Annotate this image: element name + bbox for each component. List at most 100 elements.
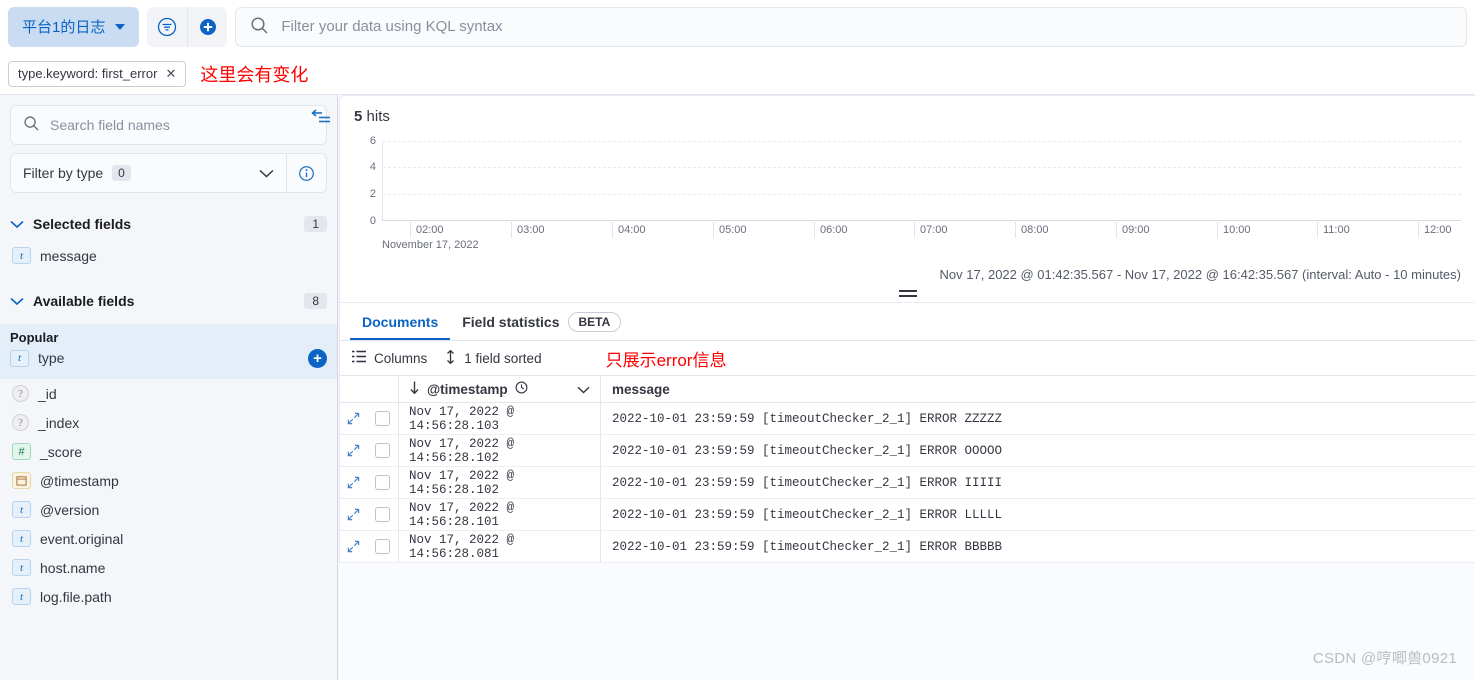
expand-icon[interactable] xyxy=(340,499,366,530)
info-circle-icon[interactable] xyxy=(286,154,326,192)
section-title: Selected fields xyxy=(33,216,132,232)
field-item-timestamp[interactable]: @timestamp xyxy=(10,466,327,495)
expand-icon[interactable] xyxy=(340,531,366,562)
field-item-_index[interactable]: ? _index xyxy=(10,408,327,437)
filter-actions-group xyxy=(147,6,228,47)
plot-area xyxy=(382,141,1461,221)
x-axis: 02:00 03:00 04:00 05:00 06:00 07:00 08:0… xyxy=(382,222,1461,240)
expand-icon[interactable] xyxy=(340,435,366,466)
expand-icon[interactable] xyxy=(340,403,366,434)
row-checkbox-cell[interactable] xyxy=(366,403,398,434)
close-x-icon[interactable]: ✕ xyxy=(165,66,176,82)
table-row[interactable]: Nov 17, 2022 @ 14:56:28.101 2022-10-01 2… xyxy=(340,499,1475,531)
cell-message: 2022-10-01 23:59:59 [timeoutChecker_2_1]… xyxy=(600,499,1475,530)
section-selected-fields[interactable]: Selected fields 1 xyxy=(10,207,327,241)
cell-timestamp: Nov 17, 2022 @ 14:56:28.081 xyxy=(398,531,600,562)
hits-word: hits xyxy=(366,108,390,125)
field-name: _index xyxy=(38,414,80,431)
field-item-_score[interactable]: # _score xyxy=(10,437,327,466)
table-row[interactable]: Nov 17, 2022 @ 14:56:28.081 2022-10-01 2… xyxy=(340,531,1475,563)
data-view-selector[interactable]: 平台1的日志 xyxy=(8,6,140,47)
row-checkbox[interactable] xyxy=(374,411,390,426)
row-checkbox[interactable] xyxy=(374,539,390,554)
time-range-label: Nov 17, 2022 @ 01:42:35.567 - Nov 17, 20… xyxy=(939,267,1461,282)
x-tick: 08:00 xyxy=(1015,222,1049,238)
field-item-event-original[interactable]: t event.original xyxy=(10,524,327,553)
row-checkbox-cell[interactable] xyxy=(366,467,398,498)
tab-label: Field statistics xyxy=(462,313,560,330)
field-type-unknown-icon: ? xyxy=(12,385,29,402)
row-checkbox[interactable] xyxy=(374,475,390,490)
field-name: host.name xyxy=(40,559,106,576)
field-name: @timestamp xyxy=(40,472,119,489)
popular-label: Popular xyxy=(10,330,59,345)
histogram-chart[interactable]: 6 4 2 0 02:00 03:00 04:00 05:00 06:00 07… xyxy=(354,135,1461,251)
table-row[interactable]: Nov 17, 2022 @ 14:56:28.102 2022-10-01 2… xyxy=(340,467,1475,499)
table-row[interactable]: Nov 17, 2022 @ 14:56:28.102 2022-10-01 2… xyxy=(340,435,1475,467)
field-name: message xyxy=(40,247,97,264)
x-tick: 04:00 xyxy=(612,222,646,238)
collapse-sidebar-icon[interactable] xyxy=(310,106,332,128)
filter-funnel-icon[interactable] xyxy=(147,7,187,47)
row-checkbox-cell[interactable] xyxy=(366,499,398,530)
y-tick: 2 xyxy=(369,188,376,200)
field-item-message[interactable]: t message xyxy=(10,241,327,270)
tabs-bar: Documents Field statistics BETA xyxy=(339,303,1475,341)
row-checkbox-cell[interactable] xyxy=(366,531,398,562)
cell-message: 2022-10-01 23:59:59 [timeoutChecker_2_1]… xyxy=(600,403,1475,434)
x-tick: 05:00 xyxy=(713,222,747,238)
query-bar: 平台1的日志 Filter your data using KQL syntax xyxy=(0,0,1475,53)
field-item-version[interactable]: t @version xyxy=(10,495,327,524)
clock-icon xyxy=(515,381,528,397)
tab-field-statistics[interactable]: Field statistics xyxy=(450,303,571,340)
column-header-timestamp[interactable]: @timestamp xyxy=(398,376,600,402)
chevron-down-icon xyxy=(10,293,24,309)
section-title: Available fields xyxy=(33,293,135,309)
field-item-host-name[interactable]: t host.name xyxy=(10,553,327,582)
field-item-type[interactable]: t type + xyxy=(10,345,327,371)
column-header-label: @timestamp xyxy=(427,381,508,397)
hits-number: 5 xyxy=(354,108,363,125)
row-checkbox-cell[interactable] xyxy=(366,435,398,466)
field-name: log.file.path xyxy=(40,588,112,605)
sort-button[interactable]: 1 field sorted xyxy=(445,349,542,367)
x-tick: 06:00 xyxy=(814,222,848,238)
kibana-discover-app: 平台1的日志 Filter your data using KQL syntax… xyxy=(0,0,1475,680)
x-tick: 09:00 xyxy=(1116,222,1150,238)
gridline xyxy=(383,194,1461,195)
columns-button[interactable]: Columns xyxy=(352,350,427,366)
x-tick: 10:00 xyxy=(1217,222,1251,238)
filter-by-type-button[interactable]: Filter by type 0 xyxy=(11,154,286,192)
row-checkbox[interactable] xyxy=(374,443,390,458)
annotation-filter-note: 这里会有变化 xyxy=(200,64,309,85)
add-field-icon[interactable]: + xyxy=(308,348,327,368)
annotation-table-note: 只展示error信息 xyxy=(605,350,727,370)
section-available-fields[interactable]: Available fields 8 xyxy=(10,284,327,318)
search-icon xyxy=(23,115,40,135)
table-row[interactable]: Nov 17, 2022 @ 14:56:28.103 2022-10-01 2… xyxy=(340,403,1475,435)
add-plus-icon[interactable] xyxy=(187,6,227,47)
field-item-log-file-path[interactable]: t log.file.path xyxy=(10,582,327,611)
field-type-date-icon xyxy=(12,472,31,489)
search-field-names-input[interactable]: Search field names xyxy=(10,105,327,145)
filter-pill[interactable]: type.keyword: first_error ✕ xyxy=(8,60,187,87)
field-type-string-icon: t xyxy=(10,349,29,367)
header-select-spacer xyxy=(366,376,398,402)
filter-bar: type.keyword: first_error ✕ 这里会有变化 xyxy=(0,53,1475,95)
y-tick: 4 xyxy=(369,161,376,173)
table-toolbar: Columns 1 field sorted 只展示error信息 xyxy=(339,341,1475,375)
search-field-placeholder: Search field names xyxy=(50,117,170,133)
section-count: 1 xyxy=(304,216,327,232)
tab-documents[interactable]: Documents xyxy=(350,303,450,340)
main-panel: 5 hits 6 4 2 0 02:00 03:00 04:00 05:00 0… xyxy=(339,95,1475,680)
filter-by-type-count: 0 xyxy=(112,165,131,181)
drag-handle-icon[interactable] xyxy=(898,287,917,297)
kql-search-input[interactable]: Filter your data using KQL syntax xyxy=(235,6,1467,47)
expand-icon[interactable] xyxy=(340,467,366,498)
section-count: 8 xyxy=(304,293,327,309)
column-header-message[interactable]: message xyxy=(600,376,1475,402)
field-item-_id[interactable]: ? _id xyxy=(10,379,327,408)
cell-timestamp: Nov 17, 2022 @ 14:56:28.102 xyxy=(398,467,600,498)
chevron-down-icon[interactable] xyxy=(577,382,590,397)
row-checkbox[interactable] xyxy=(374,507,390,522)
